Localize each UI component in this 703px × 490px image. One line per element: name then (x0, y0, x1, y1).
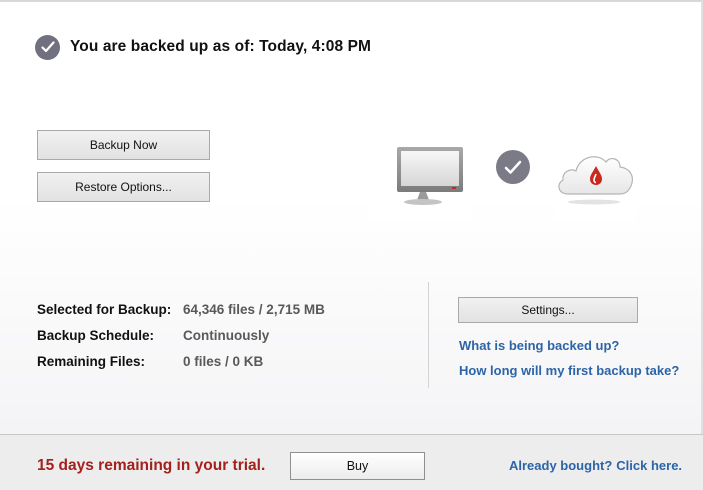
backup-illustration (368, 128, 638, 223)
backup-schedule-value: Continuously (183, 328, 270, 343)
selected-for-backup-label: Selected for Backup: (37, 302, 172, 317)
vertical-divider (428, 282, 429, 388)
cloud-drop-icon (554, 128, 636, 221)
trial-remaining-text: 15 days remaining in your trial. (37, 457, 266, 474)
restore-options-button[interactable]: Restore Options... (37, 172, 210, 202)
already-bought: Already bought? Click here. (509, 458, 682, 473)
sync-check-icon (496, 150, 530, 184)
backup-status: You are backed up as of: Today, 4:08 PM (35, 34, 371, 60)
status-text: You are backed up as of: Today, 4:08 PM (70, 38, 372, 55)
what-is-backed-up-link[interactable]: What is being backed up? (459, 338, 619, 353)
click-here-link[interactable]: Click here. (616, 458, 682, 473)
settings-button[interactable]: Settings... (458, 297, 638, 323)
backup-now-button[interactable]: Backup Now (37, 130, 210, 160)
backup-schedule-label: Backup Schedule: (37, 328, 155, 343)
buy-button[interactable]: Buy (290, 452, 425, 480)
check-circle-icon (35, 34, 60, 60)
selected-for-backup-value: 64,346 files / 2,715 MB (183, 302, 325, 317)
already-bought-text: Already bought? (509, 458, 613, 473)
remaining-files-value: 0 files / 0 KB (183, 354, 264, 369)
computer-monitor-icon (368, 128, 473, 221)
first-backup-duration-link[interactable]: How long will my first backup take? (459, 363, 679, 378)
remaining-files-label: Remaining Files: (37, 354, 146, 369)
